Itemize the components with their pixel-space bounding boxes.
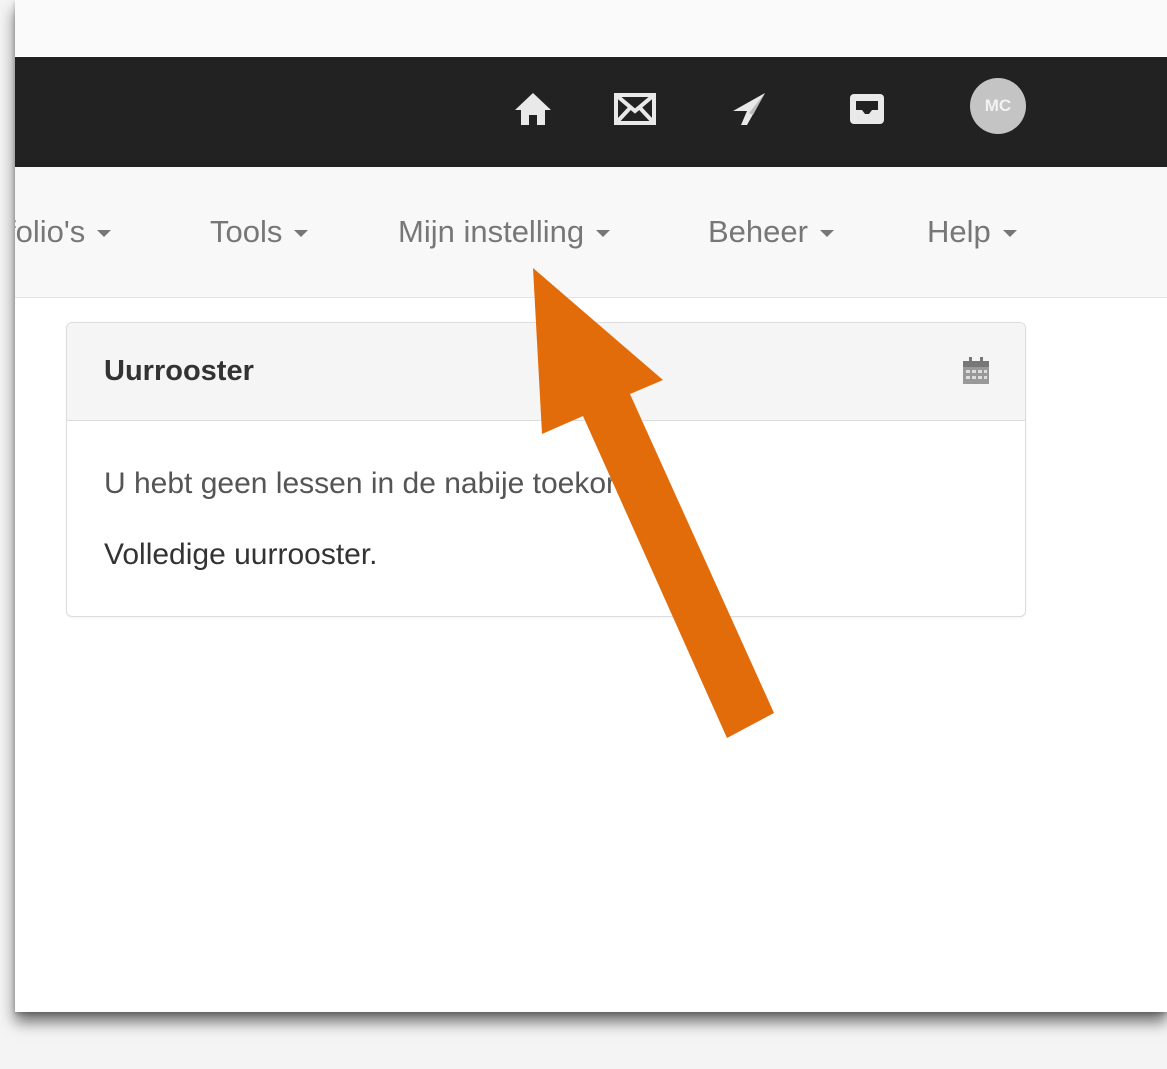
nav-item-label: folio's bbox=[15, 214, 86, 249]
no-lessons-message: U hebt geen lessen in de nabije toekomst… bbox=[104, 467, 663, 500]
nav-item-mijn-instelling[interactable]: Mijn instelling bbox=[398, 214, 611, 250]
panel-heading: Uurrooster bbox=[67, 323, 1025, 421]
nav-item-help[interactable]: Help bbox=[927, 214, 1017, 250]
nav-item-beheer[interactable]: Beheer bbox=[708, 214, 834, 250]
avatar[interactable]: MC bbox=[970, 78, 1026, 134]
caret-down-icon bbox=[819, 230, 834, 237]
full-schedule-link[interactable]: Volledige uurrooster. bbox=[104, 538, 378, 572]
top-strip bbox=[15, 0, 1167, 56]
nav-item-tools[interactable]: Tools bbox=[210, 214, 309, 250]
panel-title: Uurrooster bbox=[104, 355, 254, 387]
nav-item-label: Beheer bbox=[708, 214, 808, 249]
nav-item-label: Tools bbox=[210, 214, 283, 249]
caret-down-icon bbox=[97, 230, 112, 237]
caret-down-icon bbox=[294, 230, 309, 237]
main-navbar: folio's Tools Mijn instelling Beheer Hel… bbox=[15, 167, 1167, 298]
avatar-initials: MC bbox=[984, 96, 1012, 115]
inbox-icon[interactable] bbox=[837, 79, 897, 139]
caret-down-icon bbox=[1002, 230, 1017, 237]
envelope-icon[interactable] bbox=[605, 79, 665, 139]
caret-down-icon bbox=[596, 230, 611, 237]
nav-item-portfolios[interactable]: folio's bbox=[15, 214, 112, 250]
schedule-panel: Uurrooster U hebt geen lessen in de nabi… bbox=[66, 322, 1026, 617]
nav-item-label: Mijn instelling bbox=[398, 214, 585, 249]
home-icon[interactable] bbox=[503, 79, 563, 139]
calendar-icon[interactable] bbox=[961, 356, 991, 391]
send-icon[interactable] bbox=[719, 79, 779, 139]
browser-window: MC folio's Tools Mijn instelling Beheer … bbox=[15, 0, 1167, 1012]
nav-item-label: Help bbox=[927, 214, 991, 249]
